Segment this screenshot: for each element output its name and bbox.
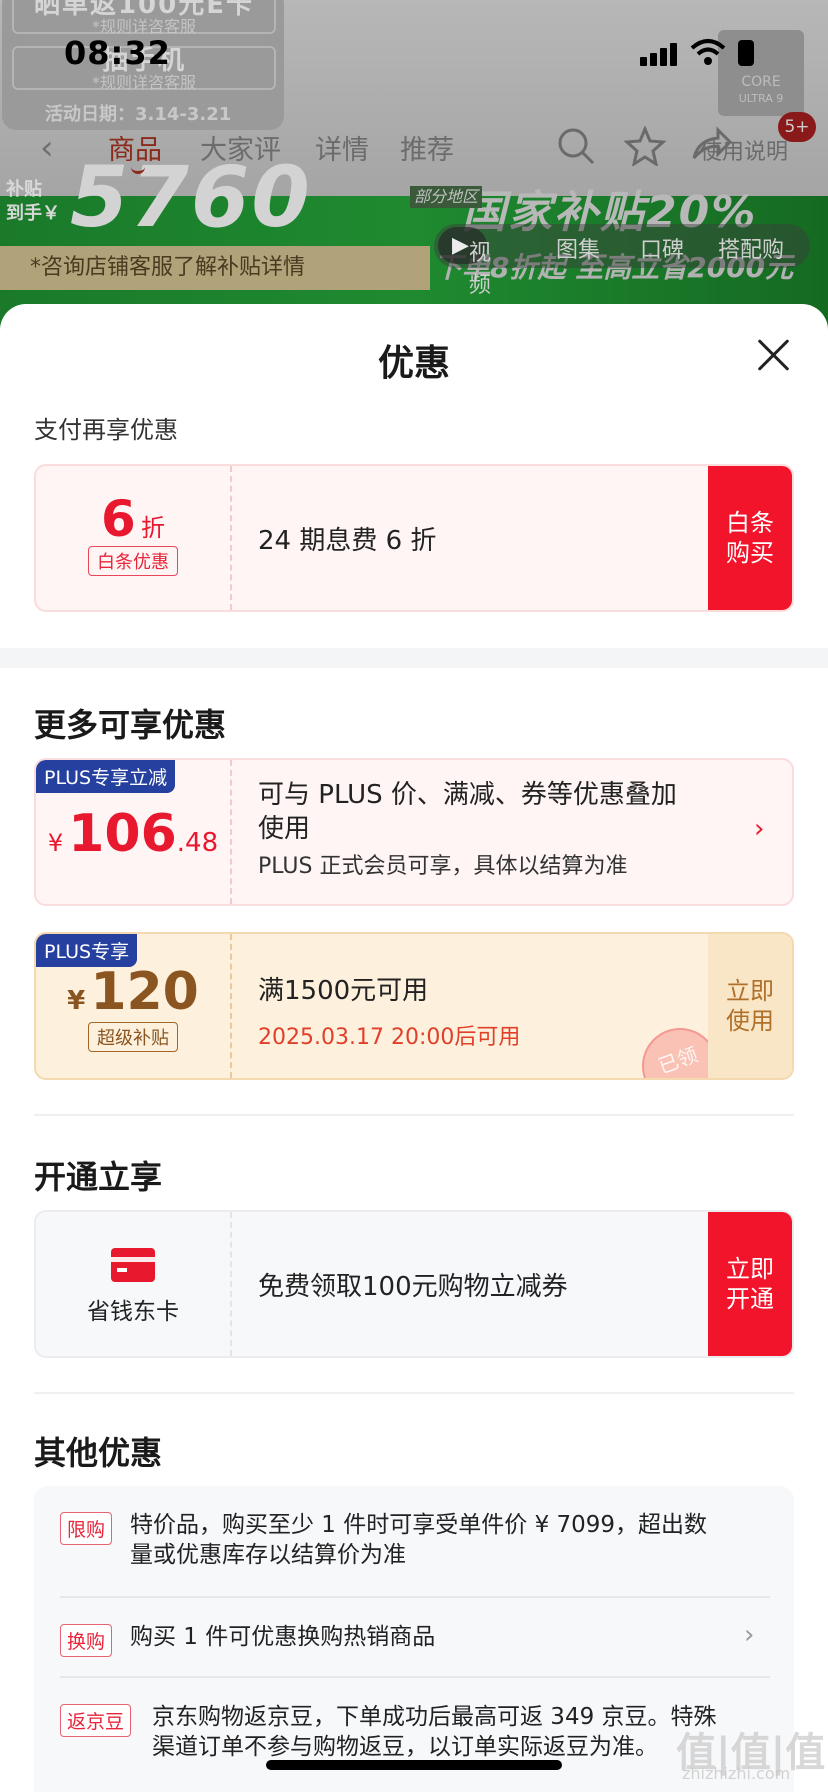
subsidy-description: 满1500元可用 2025.03.17 20:00后可用 (258, 970, 520, 1051)
plus-description-line: 可与 PLUS 价、满减、券等优惠叠加 (258, 780, 677, 810)
offer-text: 京东购物返京豆，下单成功后最高可返 349 京豆。特殊 渠道订单不参与购物返豆，… (152, 1702, 717, 1762)
discount-unit: 折 (140, 514, 165, 542)
use-now-button[interactable]: 立即使用 (708, 934, 792, 1078)
row-separator (60, 1596, 770, 1598)
back-arrow-icon[interactable]: ‹ (40, 128, 54, 168)
savings-card-offer[interactable]: 省钱东卡 免费领取100元购物立减券 立即开通 (34, 1210, 794, 1358)
favorite-star-icon[interactable] (623, 125, 667, 175)
subsidy-label-line: 到手￥ (6, 203, 60, 224)
savings-card-description: 免费领取100元购物立减券 (258, 1272, 568, 1302)
gold-tag-wrap: 超级补贴 (36, 1022, 230, 1052)
pay-section-subtitle: 支付再享优惠 (34, 416, 178, 444)
plus-discount-coupon[interactable]: PLUS专享立减 ¥ 106.48 可与 PLUS 价、满减、券等优惠叠加 使用… (34, 758, 794, 906)
amount-integer: 106 (68, 804, 177, 864)
offer-text-line: 京东购物返京豆，下单成功后最高可返 349 京豆。特殊 (152, 1704, 717, 1730)
section-divider (34, 1114, 794, 1116)
coupon-left: 6 折 白条优惠 (36, 466, 232, 610)
home-indicator[interactable] (266, 1760, 562, 1770)
offer-text-line: 量或优惠库存以结算价为准 (130, 1542, 406, 1568)
section-divider (34, 1392, 794, 1394)
consult-strip: *咨询店铺客服了解补贴详情 (0, 246, 430, 290)
gov-tag: 部分地区 (410, 186, 483, 208)
amount-value: 120 (90, 962, 199, 1022)
offer-tag: 限购 (60, 1512, 113, 1545)
baitiao-coupon[interactable]: 6 折 白条优惠 24 期息费 6 折 白条购买 (34, 464, 794, 612)
subsidy-condition: 满1500元可用 (258, 976, 429, 1006)
watermark-url: zhizhizhi.com (682, 1764, 791, 1783)
nav-tab-reviews[interactable]: 大家评 (200, 128, 281, 167)
sheet-title: 优惠 (377, 343, 450, 384)
activity-date: 活动日期：3.14-3.21 (45, 104, 232, 125)
amount-decimal: .48 (176, 828, 219, 858)
media-tab-bundle[interactable]: 搭配购 (718, 232, 784, 264)
nav-tab-product[interactable]: 商品 (108, 128, 162, 167)
plus-amount: ¥ 106.48 (36, 804, 230, 864)
subsidy-valid-time: 2025.03.17 20:00后可用 (258, 1025, 521, 1050)
search-icon[interactable] (556, 126, 596, 175)
offer-text: 特价品，购买至少 1 件时可享受单件价 ¥ 7099，超出数 量或优惠库存以结算… (130, 1510, 707, 1570)
media-tab-gallery[interactable]: 图集 (556, 232, 600, 264)
help-link[interactable]: 使用说明 (700, 134, 788, 166)
wifi-icon (690, 38, 726, 68)
battery-icon (738, 40, 754, 66)
other-offers-title: 其他优惠 (34, 1434, 163, 1472)
subsidy-amount: ¥ 120 (36, 962, 230, 1022)
media-tab-video[interactable]: ▶ 视频 (438, 227, 491, 298)
coupon-left: ¥ 120 超级补贴 (36, 934, 232, 1078)
offer-text-line: 渠道订单不参与购物返豆，以订单实际返豆为准。 (152, 1734, 658, 1760)
list-item[interactable]: 换购 购买 1 件可优惠换购热销商品 › (60, 1620, 770, 1658)
chevron-right-icon[interactable]: › (744, 1620, 754, 1650)
baitiao-tag: 白条优惠 (88, 546, 178, 576)
super-subsidy-coupon[interactable]: PLUS专享 ¥ 120 超级补贴 满1500元可用 2025.03.17 20… (34, 932, 794, 1080)
open-section-title: 开通立享 (34, 1158, 163, 1196)
coupon-tag-wrap: 白条优惠 (36, 546, 230, 576)
savings-card-name: 省钱东卡 (87, 1299, 179, 1325)
media-tab-label: 视频 (468, 241, 491, 298)
signal-icon (640, 42, 678, 66)
plus-description: 可与 PLUS 价、满减、券等优惠叠加 使用 PLUS 正式会员可享，具体以结算… (258, 778, 728, 884)
offer-text: 购买 1 件可优惠换购热销商品 (130, 1624, 436, 1650)
discount-number: 6 (101, 490, 136, 548)
media-tab-reviews[interactable]: 口碑 (640, 232, 684, 264)
section-gap (0, 648, 828, 668)
currency-symbol: ¥ (47, 829, 64, 857)
close-icon[interactable] (756, 338, 790, 372)
product-nav: ‹ 商品 大家评 详情 推荐 使用说明 (0, 125, 828, 175)
baitiao-buy-button[interactable]: 白条购买 (708, 466, 792, 610)
nav-tab-recommend[interactable]: 推荐 (400, 128, 454, 167)
offer-text-line: 特价品，购买至少 1 件时可享受单件价 ¥ 7099，超出数 (130, 1512, 708, 1538)
list-item: 限购 特价品，购买至少 1 件时可享受单件价 ¥ 7099，超出数 量或优惠库存… (60, 1510, 770, 1570)
offer-tag: 换购 (60, 1624, 113, 1657)
plus-note: PLUS 正式会员可享，具体以结算为准 (258, 854, 628, 879)
offers-sheet: 优惠 支付再享优惠 6 折 白条优惠 24 期息费 6 折 白条购买 更多可享优… (0, 304, 828, 1792)
plus-description-line: 使用 (258, 814, 311, 844)
more-offers-title: 更多可享优惠 (34, 706, 227, 744)
red-card-icon (111, 1248, 155, 1282)
coupon-left: ¥ 106.48 (36, 760, 232, 904)
media-tabs: ▶ 视频 图集 口碑 搭配购 (434, 224, 810, 298)
list-item: 返京豆 京东购物返京豆，下单成功后最高可返 349 京豆。特殊 渠道订单不参与购… (60, 1702, 770, 1762)
chevron-right-icon[interactable]: › (754, 814, 764, 844)
open-now-button[interactable]: 立即开通 (708, 1212, 792, 1356)
status-time: 08:32 (64, 34, 171, 72)
subsidy-label-line: 补贴 (6, 179, 42, 200)
nav-tab-details[interactable]: 详情 (315, 128, 369, 167)
status-bar: 08:32 (0, 0, 828, 100)
offer-tag: 返京豆 (60, 1704, 132, 1737)
super-subsidy-badge: 超级补贴 (88, 1022, 178, 1052)
coupon-description: 24 期息费 6 折 (258, 526, 437, 556)
row-separator (60, 1676, 770, 1678)
coupon-left: 省钱东卡 (36, 1212, 232, 1356)
discount-value: 6 折 (36, 490, 230, 548)
subsidy-label: 补贴 到手￥ (6, 178, 60, 226)
currency-symbol: ¥ (67, 986, 86, 1016)
